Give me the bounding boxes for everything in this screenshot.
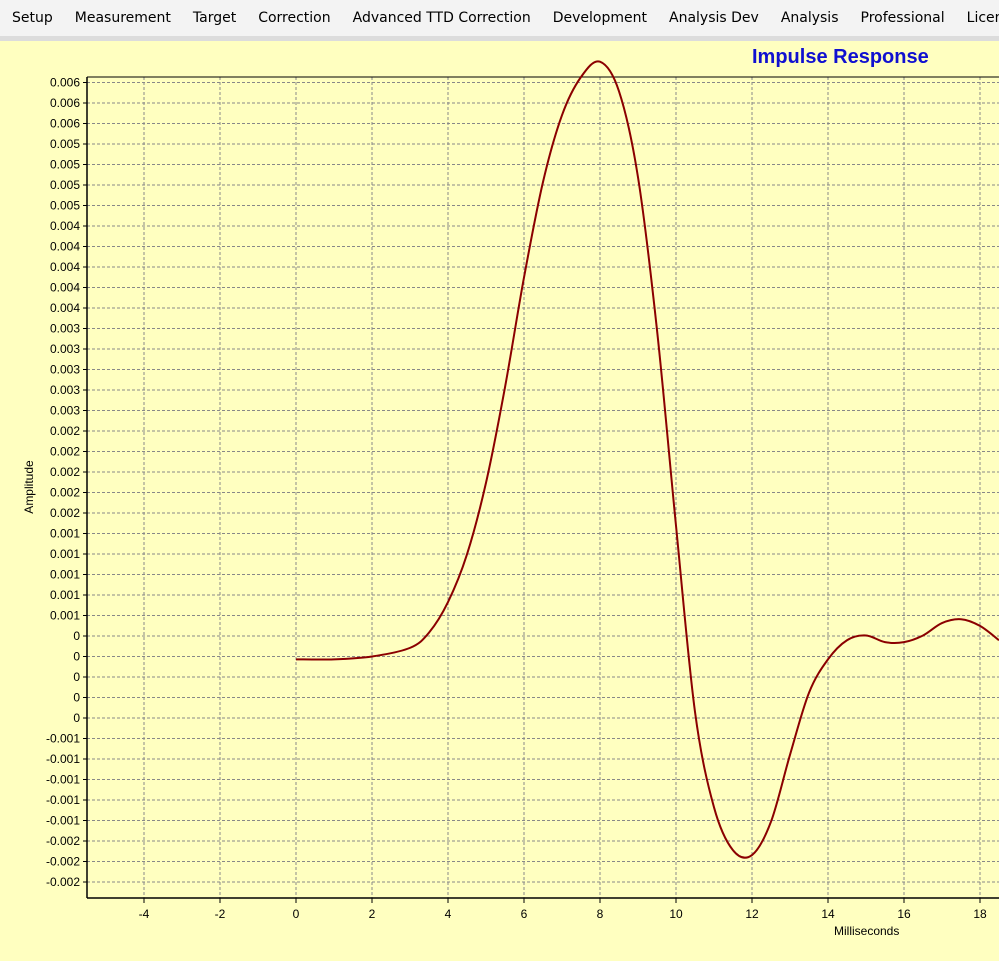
x-tick-label: 12 bbox=[745, 907, 759, 921]
y-tick-label: 0.004 bbox=[50, 219, 80, 233]
y-tick-label: 0.002 bbox=[50, 486, 80, 500]
y-tick-label: 0 bbox=[73, 691, 80, 705]
x-tick-label: 14 bbox=[821, 907, 835, 921]
menu-item-development[interactable]: Development bbox=[542, 0, 658, 36]
menu-item-analysis-dev[interactable]: Analysis Dev bbox=[658, 0, 770, 36]
y-tick-label: -0.002 bbox=[46, 875, 80, 889]
y-tick-label: 0 bbox=[73, 711, 80, 725]
y-tick-label: 0.001 bbox=[50, 609, 80, 623]
impulse-response-chart: 0.006 0.006 0.006 0.005 0.005 0.005 0.005 0.004… bbox=[46, 60, 999, 921]
x-tick-label: 2 bbox=[369, 907, 376, 921]
menu-item-advanced-ttd-correction[interactable]: Advanced TTD Correction bbox=[342, 0, 542, 36]
y-tick-label: 0.001 bbox=[50, 588, 80, 602]
y-tick-label: 0.003 bbox=[50, 342, 80, 356]
x-tick-label: -2 bbox=[215, 907, 226, 921]
menu-item-measurement[interactable]: Measurement bbox=[64, 0, 182, 36]
menu-item-setup[interactable]: Setup bbox=[0, 0, 64, 36]
y-tick-label: 0.003 bbox=[50, 322, 80, 336]
y-tick-label: 0.003 bbox=[50, 404, 80, 418]
y-tick-label: 0.001 bbox=[50, 527, 80, 541]
y-tick-label: 0.005 bbox=[50, 158, 80, 172]
y-tick-label: 0.002 bbox=[50, 465, 80, 479]
chart-panel: 0.006 0.006 0.006 0.005 0.005 0.005 0.005 0.004… bbox=[0, 41, 999, 961]
y-tick-label: 0.006 bbox=[50, 76, 80, 90]
x-tick-label: 10 bbox=[669, 907, 683, 921]
menu-item-target[interactable]: Target bbox=[182, 0, 247, 36]
x-tick-label: 4 bbox=[445, 907, 452, 921]
y-tick-label: -0.001 bbox=[46, 793, 80, 807]
x-tick-label: 6 bbox=[521, 907, 528, 921]
y-tick-label: 0.003 bbox=[50, 363, 80, 377]
y-tick-label: 0.004 bbox=[50, 301, 80, 315]
y-tick-label: 0.002 bbox=[50, 445, 80, 459]
y-tick-label: 0 bbox=[73, 650, 80, 664]
y-tick-label: 0.001 bbox=[50, 547, 80, 561]
y-tick-label: 0.005 bbox=[50, 137, 80, 151]
y-tick-label: 0.001 bbox=[50, 568, 80, 582]
y-tick-label: 0.003 bbox=[50, 383, 80, 397]
x-tick-label: 16 bbox=[897, 907, 911, 921]
x-tick-label: -4 bbox=[139, 907, 150, 921]
y-tick-label: 0.004 bbox=[50, 240, 80, 254]
menu-item-analysis[interactable]: Analysis bbox=[770, 0, 850, 36]
x-axis-label: Milliseconds bbox=[834, 924, 900, 938]
chart-title: Impulse Response bbox=[752, 46, 929, 68]
y-tick-label: -0.001 bbox=[46, 732, 80, 746]
x-tick-label: 0 bbox=[293, 907, 300, 921]
menu-item-professional[interactable]: Professional bbox=[850, 0, 956, 36]
y-tick-label: 0.006 bbox=[50, 96, 80, 110]
y-tick-label: -0.001 bbox=[46, 814, 80, 828]
menu-item-correction[interactable]: Correction bbox=[247, 0, 341, 36]
y-tick-label: 0.002 bbox=[50, 506, 80, 520]
menu-bar: Setup Measurement Target Correction Advanced… bbox=[0, 0, 999, 36]
y-tick-label: -0.002 bbox=[46, 834, 80, 848]
y-tick-label: 0.002 bbox=[50, 424, 80, 438]
x-tick-label: 8 bbox=[597, 907, 604, 921]
y-tick-label: 0 bbox=[73, 629, 80, 643]
y-tick-label: 0.004 bbox=[50, 260, 80, 274]
y-tick-label: 0 bbox=[73, 670, 80, 684]
menu-item-licensing[interactable]: Licensing bbox=[956, 0, 999, 36]
x-tick-label: 18 bbox=[973, 907, 987, 921]
y-tick-label: -0.001 bbox=[46, 752, 80, 766]
y-tick-label: 0.005 bbox=[50, 199, 80, 213]
y-tick-label: 0.005 bbox=[50, 178, 80, 192]
y-axis-label: Amplitude bbox=[22, 460, 36, 514]
y-tick-label: 0.006 bbox=[50, 117, 80, 131]
y-tick-label: -0.002 bbox=[46, 855, 80, 869]
y-tick-label: 0.004 bbox=[50, 281, 80, 295]
y-tick-label: -0.001 bbox=[46, 773, 80, 787]
